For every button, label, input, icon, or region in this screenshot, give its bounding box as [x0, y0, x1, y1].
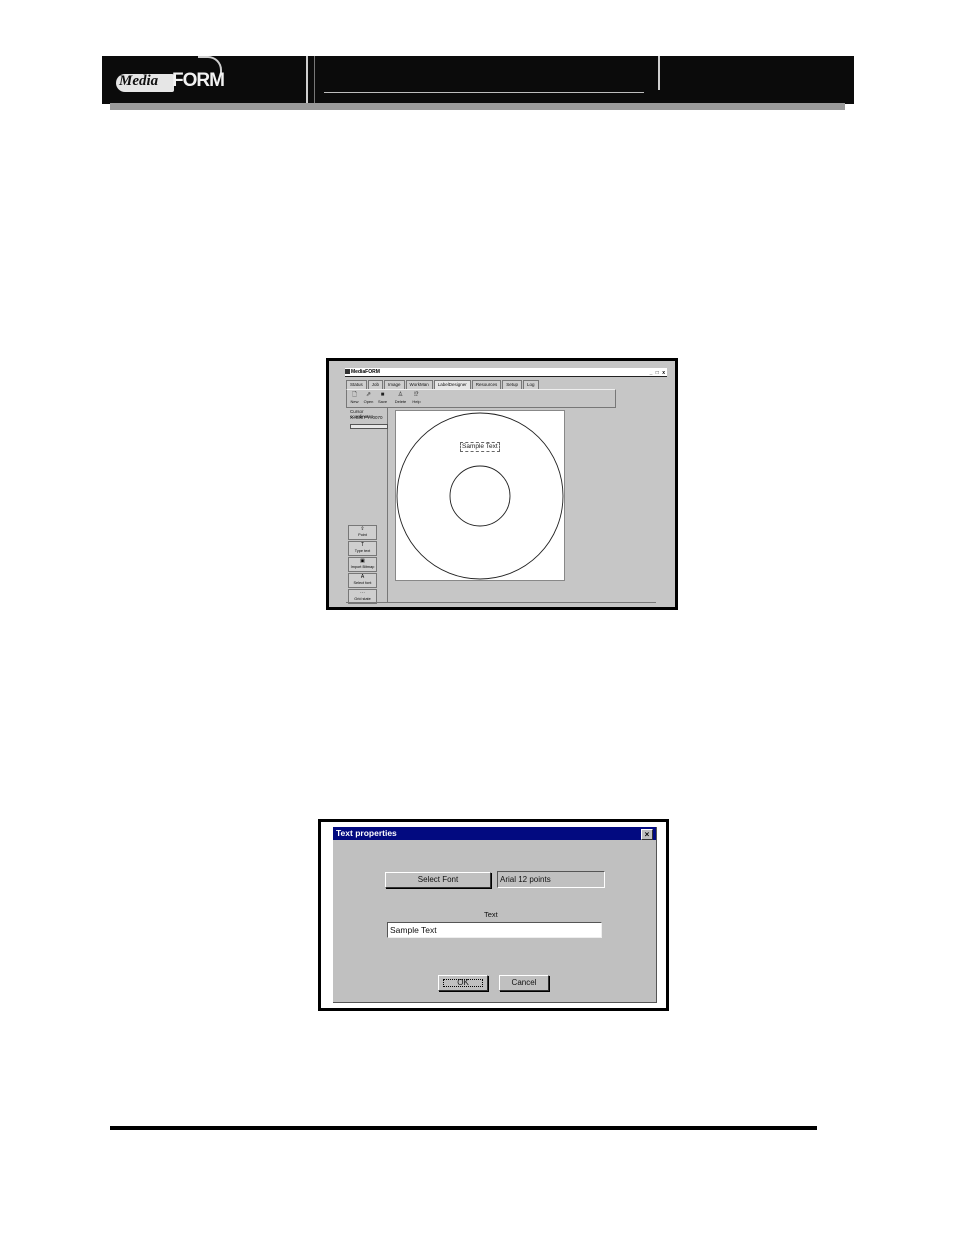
tool-import-bitmap-button[interactable]: ▣ Import Bitmap [348, 557, 377, 572]
logo-media-text: Media [119, 73, 159, 89]
label-designer-screenshot: MediaFORM _ □ x Status Job Image WorkMan… [326, 358, 678, 610]
designer-side-panel: Cursor coordinates X=0007 Y=0070 ⇧ Point… [346, 407, 388, 605]
dialog-title: Text properties [336, 828, 397, 838]
designer-toolbar: 🗋 New ⇗ Open ■ Save ♙ Delete ⁉ Help [346, 389, 616, 408]
dialog-title-bar: Text properties × [333, 827, 656, 840]
open-folder-icon: ⇗ [365, 392, 372, 398]
tool-palette: ⇧ Point T Type text ▣ Import Bitmap A Se… [348, 525, 377, 605]
close-icon[interactable]: × [641, 829, 653, 840]
help-button[interactable]: ⁉ Help [410, 391, 423, 406]
label-canvas[interactable]: Sample Text [395, 410, 565, 581]
new-document-icon: 🗋 [352, 392, 357, 398]
footer-rule [110, 1126, 817, 1130]
save-button[interactable]: ■ Save [376, 391, 389, 406]
tab-status[interactable]: Status [346, 380, 367, 389]
cursor-coordinates-value: X=0007 Y=0070 [350, 415, 383, 420]
tool-type-text-button[interactable]: T Type text [348, 541, 377, 556]
tool-select-font-button[interactable]: A Select font [348, 573, 377, 588]
logo-form-text: FORM [172, 70, 225, 91]
app-icon [345, 369, 350, 374]
disc-outline [396, 412, 564, 580]
header-banner: Media FORM [102, 56, 854, 104]
zoom-slider[interactable] [350, 424, 388, 429]
text-label: Text [484, 910, 498, 919]
tab-workman[interactable]: WorkMan [405, 380, 433, 389]
new-button[interactable]: 🗋 New [348, 391, 361, 406]
delete-icon: ♙ [397, 392, 404, 398]
status-bar-line [346, 602, 656, 603]
banner-divider [314, 56, 315, 104]
open-button[interactable]: ⇗ Open [362, 391, 375, 406]
tab-setup[interactable]: Setup [502, 380, 523, 389]
banner-divider [306, 56, 308, 104]
banner-title-rule [324, 92, 644, 93]
help-icon: ⁉ [414, 392, 419, 398]
focus-rectangle [443, 979, 483, 987]
select-font-button[interactable]: Select Font [385, 872, 491, 888]
disc-hub-circle [449, 465, 511, 527]
app-tab-strip: Status Job Image WorkMan LabelDesigner R… [346, 380, 540, 390]
banner-divider [658, 56, 660, 90]
app-title: MediaFORM [351, 369, 380, 375]
text-input[interactable]: Sample Text [387, 922, 602, 938]
cancel-button[interactable]: Cancel [499, 975, 549, 991]
text-properties-screenshot: Text properties × Select Font Arial 12 p… [318, 819, 669, 1011]
window-controls[interactable]: _ □ x [650, 369, 666, 377]
tab-log[interactable]: Log [523, 380, 539, 389]
disc-outer-circle [396, 412, 564, 580]
app-title-bar: MediaFORM _ □ x [345, 368, 667, 377]
tool-point-button[interactable]: ⇧ Point [348, 525, 377, 540]
tab-image[interactable]: Image [384, 380, 405, 389]
tab-resources[interactable]: Resources [471, 380, 502, 389]
save-disk-icon: ■ [380, 392, 385, 398]
ok-button[interactable]: OK [438, 975, 488, 991]
text-properties-dialog: Text properties × Select Font Arial 12 p… [333, 827, 657, 1003]
font-display-field: Arial 12 points [497, 871, 605, 888]
tab-job[interactable]: Job [367, 380, 384, 389]
delete-button[interactable]: ♙ Delete [394, 391, 407, 406]
canvas-sample-text[interactable]: Sample Text [460, 442, 500, 452]
banner-shadow [110, 103, 845, 110]
